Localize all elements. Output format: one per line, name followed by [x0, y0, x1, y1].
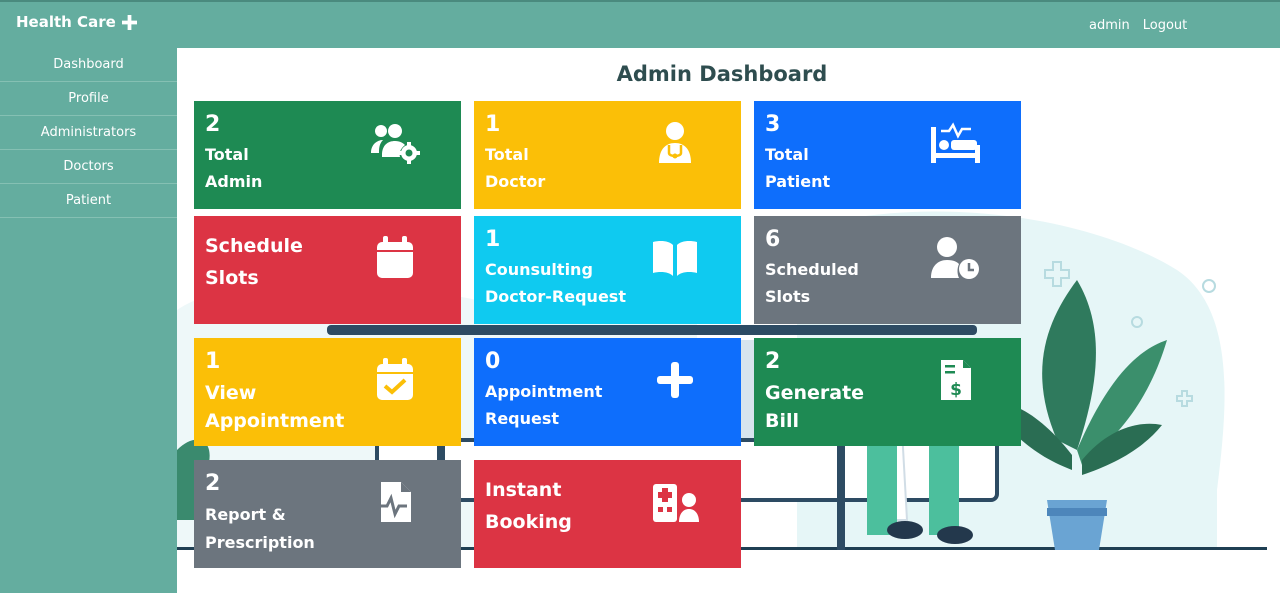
hospital-user-icon: [653, 484, 699, 522]
card-label-line2: Appointment: [205, 410, 345, 432]
calendar-icon: [377, 236, 413, 278]
card-label-line2: Doctor-Request: [485, 287, 626, 306]
card-label-line1: Total: [765, 145, 809, 164]
sidebar-item-doctors[interactable]: Doctors: [0, 150, 177, 184]
card-label-line1: Total: [485, 145, 529, 164]
card-label-line1: Scheduled: [765, 260, 859, 279]
view-appointment-card[interactable]: 1 View Appointment: [194, 338, 461, 446]
logout-link[interactable]: Logout: [1143, 18, 1188, 33]
top-navbar: Health Care admin Logout: [0, 0, 1280, 48]
plus-icon: [121, 14, 137, 30]
total-admin-card[interactable]: 2 Total Admin: [194, 101, 461, 209]
brand[interactable]: Health Care: [16, 13, 137, 31]
sidebar-item-patient[interactable]: Patient: [0, 184, 177, 218]
admin-link[interactable]: admin: [1089, 18, 1130, 33]
file-medical-icon: [377, 482, 411, 522]
book-open-icon: [653, 241, 697, 276]
card-label-line2: Request: [485, 409, 560, 428]
hospital-bed-icon: [931, 122, 980, 163]
card-count: 2: [205, 471, 221, 496]
card-label-line1: Total: [205, 145, 249, 164]
sidebar-item-dashboard[interactable]: Dashboard: [0, 48, 177, 82]
consulting-request-card[interactable]: 1 Counsulting Doctor-Request: [474, 216, 741, 324]
brand-title: Health Care: [16, 13, 116, 31]
card-count: 0: [485, 349, 501, 374]
card-label-line1: Counsulting: [485, 260, 593, 279]
card-count: 3: [765, 112, 781, 137]
header-links: admin Logout: [1089, 18, 1187, 33]
plus-icon: [657, 362, 693, 398]
invoice-dollar-icon: $: [941, 360, 971, 400]
card-label-line2: Booking: [485, 511, 572, 533]
sidebar-item-administrators[interactable]: Administrators: [0, 116, 177, 150]
card-label-line1: View: [205, 382, 257, 404]
card-count: 1: [485, 112, 501, 137]
card-count: 1: [205, 349, 221, 374]
card-label-line2: Prescription: [205, 533, 315, 552]
sidebar: Dashboard Profile Administrators Doctors…: [0, 48, 177, 593]
page-title: Admin Dashboard: [616, 62, 828, 86]
card-label-line1: Appointment: [485, 382, 603, 401]
card-label-line2: Slots: [765, 287, 811, 306]
generate-bill-card[interactable]: 2 Generate Bill $: [754, 338, 1021, 446]
users-gear-icon: [371, 124, 420, 164]
card-label-line2: Slots: [205, 267, 259, 289]
schedule-slots-card[interactable]: Schedule Slots: [194, 216, 461, 324]
card-count: 1: [485, 227, 501, 252]
user-clock-icon: [931, 237, 979, 279]
card-count: 6: [765, 227, 781, 252]
card-label-line2: Doctor: [485, 172, 546, 191]
doctor-icon: [659, 122, 691, 163]
card-label-line1: Report &: [205, 505, 286, 524]
sidebar-item-profile[interactable]: Profile: [0, 82, 177, 116]
svg-text:$: $: [950, 380, 962, 400]
card-label-line2: Admin: [205, 172, 263, 191]
card-label-line1: Instant: [485, 479, 562, 501]
calendar-check-icon: [377, 358, 413, 400]
scheduled-slots-card[interactable]: 6 Scheduled Slots: [754, 216, 1021, 324]
total-doctor-card[interactable]: 1 Total Doctor: [474, 101, 741, 209]
card-label-line1: Generate: [765, 382, 865, 404]
report-prescription-card[interactable]: 2 Report & Prescription: [194, 460, 461, 568]
total-patient-card[interactable]: 3 Total Patient: [754, 101, 1021, 209]
instant-booking-card[interactable]: Instant Booking: [474, 460, 741, 568]
appointment-request-card[interactable]: 0 Appointment Request: [474, 338, 741, 446]
card-label-line2: Patient: [765, 172, 831, 191]
card-label-line2: Bill: [765, 410, 800, 432]
card-count: 2: [205, 112, 221, 137]
card-label-line1: Schedule: [205, 235, 303, 257]
card-count: 2: [765, 349, 781, 374]
